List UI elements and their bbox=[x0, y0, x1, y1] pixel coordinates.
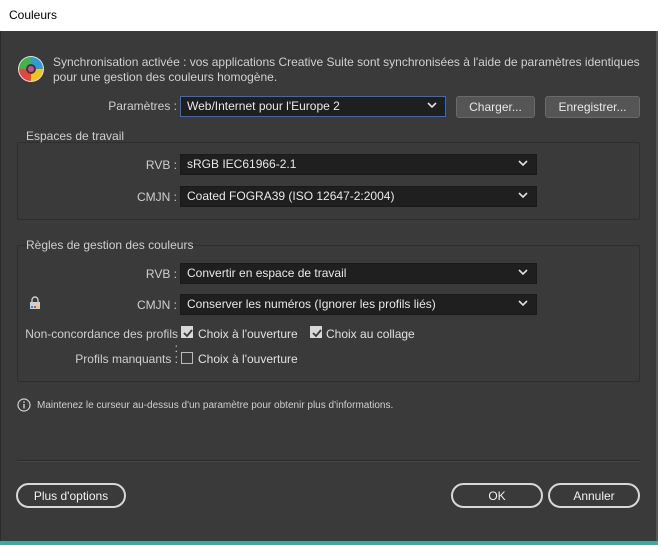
missing-open-checkbox[interactable] bbox=[181, 352, 193, 364]
policy-cmyk-dropdown[interactable]: Conserver les numéros (Ignorer les profi… bbox=[180, 294, 537, 315]
title-bar[interactable]: Couleurs bbox=[0, 0, 658, 31]
working-cmyk-label: CMJN : bbox=[137, 190, 177, 204]
chevron-down-icon bbox=[518, 160, 528, 167]
checkmark-icon bbox=[312, 329, 322, 338]
colour-settings-window: Couleurs Synchronisation activée : vos a… bbox=[0, 0, 658, 545]
missing-open-label[interactable]: Choix à l'ouverture bbox=[198, 352, 298, 366]
info-icon bbox=[17, 398, 31, 412]
chevron-down-icon bbox=[518, 269, 528, 276]
window-title: Couleurs bbox=[9, 8, 58, 22]
cancel-button[interactable]: Annuler bbox=[548, 483, 640, 508]
mismatch-open-checkbox[interactable] bbox=[181, 326, 193, 338]
working-spaces-title: Espaces de travail bbox=[26, 129, 125, 143]
working-cmyk-dropdown[interactable]: Coated FOGRA39 (ISO 12647-2:2004) bbox=[180, 186, 537, 207]
color-policies-title: Règles de gestion des couleurs bbox=[26, 238, 194, 252]
settings-label: Paramètres : bbox=[108, 99, 177, 113]
mismatch-open-label[interactable]: Choix à l'ouverture bbox=[198, 327, 298, 341]
working-rgb-value: sRGB IEC61966-2.1 bbox=[187, 157, 297, 171]
policy-rgb-dropdown[interactable]: Convertir en espace de travail bbox=[180, 263, 537, 284]
working-rgb-dropdown[interactable]: sRGB IEC61966-2.1 bbox=[180, 154, 537, 175]
desktop-background-strip bbox=[0, 541, 658, 545]
policy-cmyk-label: CMJN : bbox=[137, 298, 177, 312]
lock-icon bbox=[30, 296, 40, 309]
more-options-button[interactable]: Plus d'options bbox=[16, 483, 126, 508]
working-rgb-label: RVB : bbox=[145, 158, 177, 172]
checkmark-icon bbox=[183, 329, 193, 338]
color-wheel-icon bbox=[18, 56, 44, 82]
settings-dropdown[interactable]: Web/Internet pour l'Europe 2 bbox=[180, 96, 446, 117]
profile-mismatch-label: Non-concordance des profils : bbox=[25, 327, 178, 355]
policy-cmyk-value: Conserver les numéros (Ignorer les profi… bbox=[187, 297, 436, 311]
working-cmyk-value: Coated FOGRA39 (ISO 12647-2:2004) bbox=[187, 189, 395, 203]
policy-rgb-value: Convertir en espace de travail bbox=[187, 266, 347, 280]
chevron-down-icon bbox=[427, 102, 437, 109]
missing-profiles-label: Profils manquants : bbox=[75, 352, 178, 366]
settings-value: Web/Internet pour l'Europe 2 bbox=[187, 99, 340, 113]
chevron-down-icon bbox=[518, 192, 528, 199]
save-button[interactable]: Enregistrer... bbox=[545, 96, 640, 118]
chevron-down-icon bbox=[518, 300, 528, 307]
ok-button[interactable]: OK bbox=[451, 483, 543, 508]
footer-divider-highlight bbox=[17, 461, 640, 462]
load-button[interactable]: Charger... bbox=[456, 96, 535, 118]
policy-rgb-label: RVB : bbox=[145, 267, 177, 281]
mismatch-paste-label[interactable]: Choix au collage bbox=[326, 327, 415, 341]
sync-message: Synchronisation activée : vos applicatio… bbox=[53, 55, 640, 84]
info-text: Maintenez le curseur au-dessus d'un para… bbox=[37, 400, 394, 411]
mismatch-paste-checkbox[interactable] bbox=[310, 326, 322, 338]
